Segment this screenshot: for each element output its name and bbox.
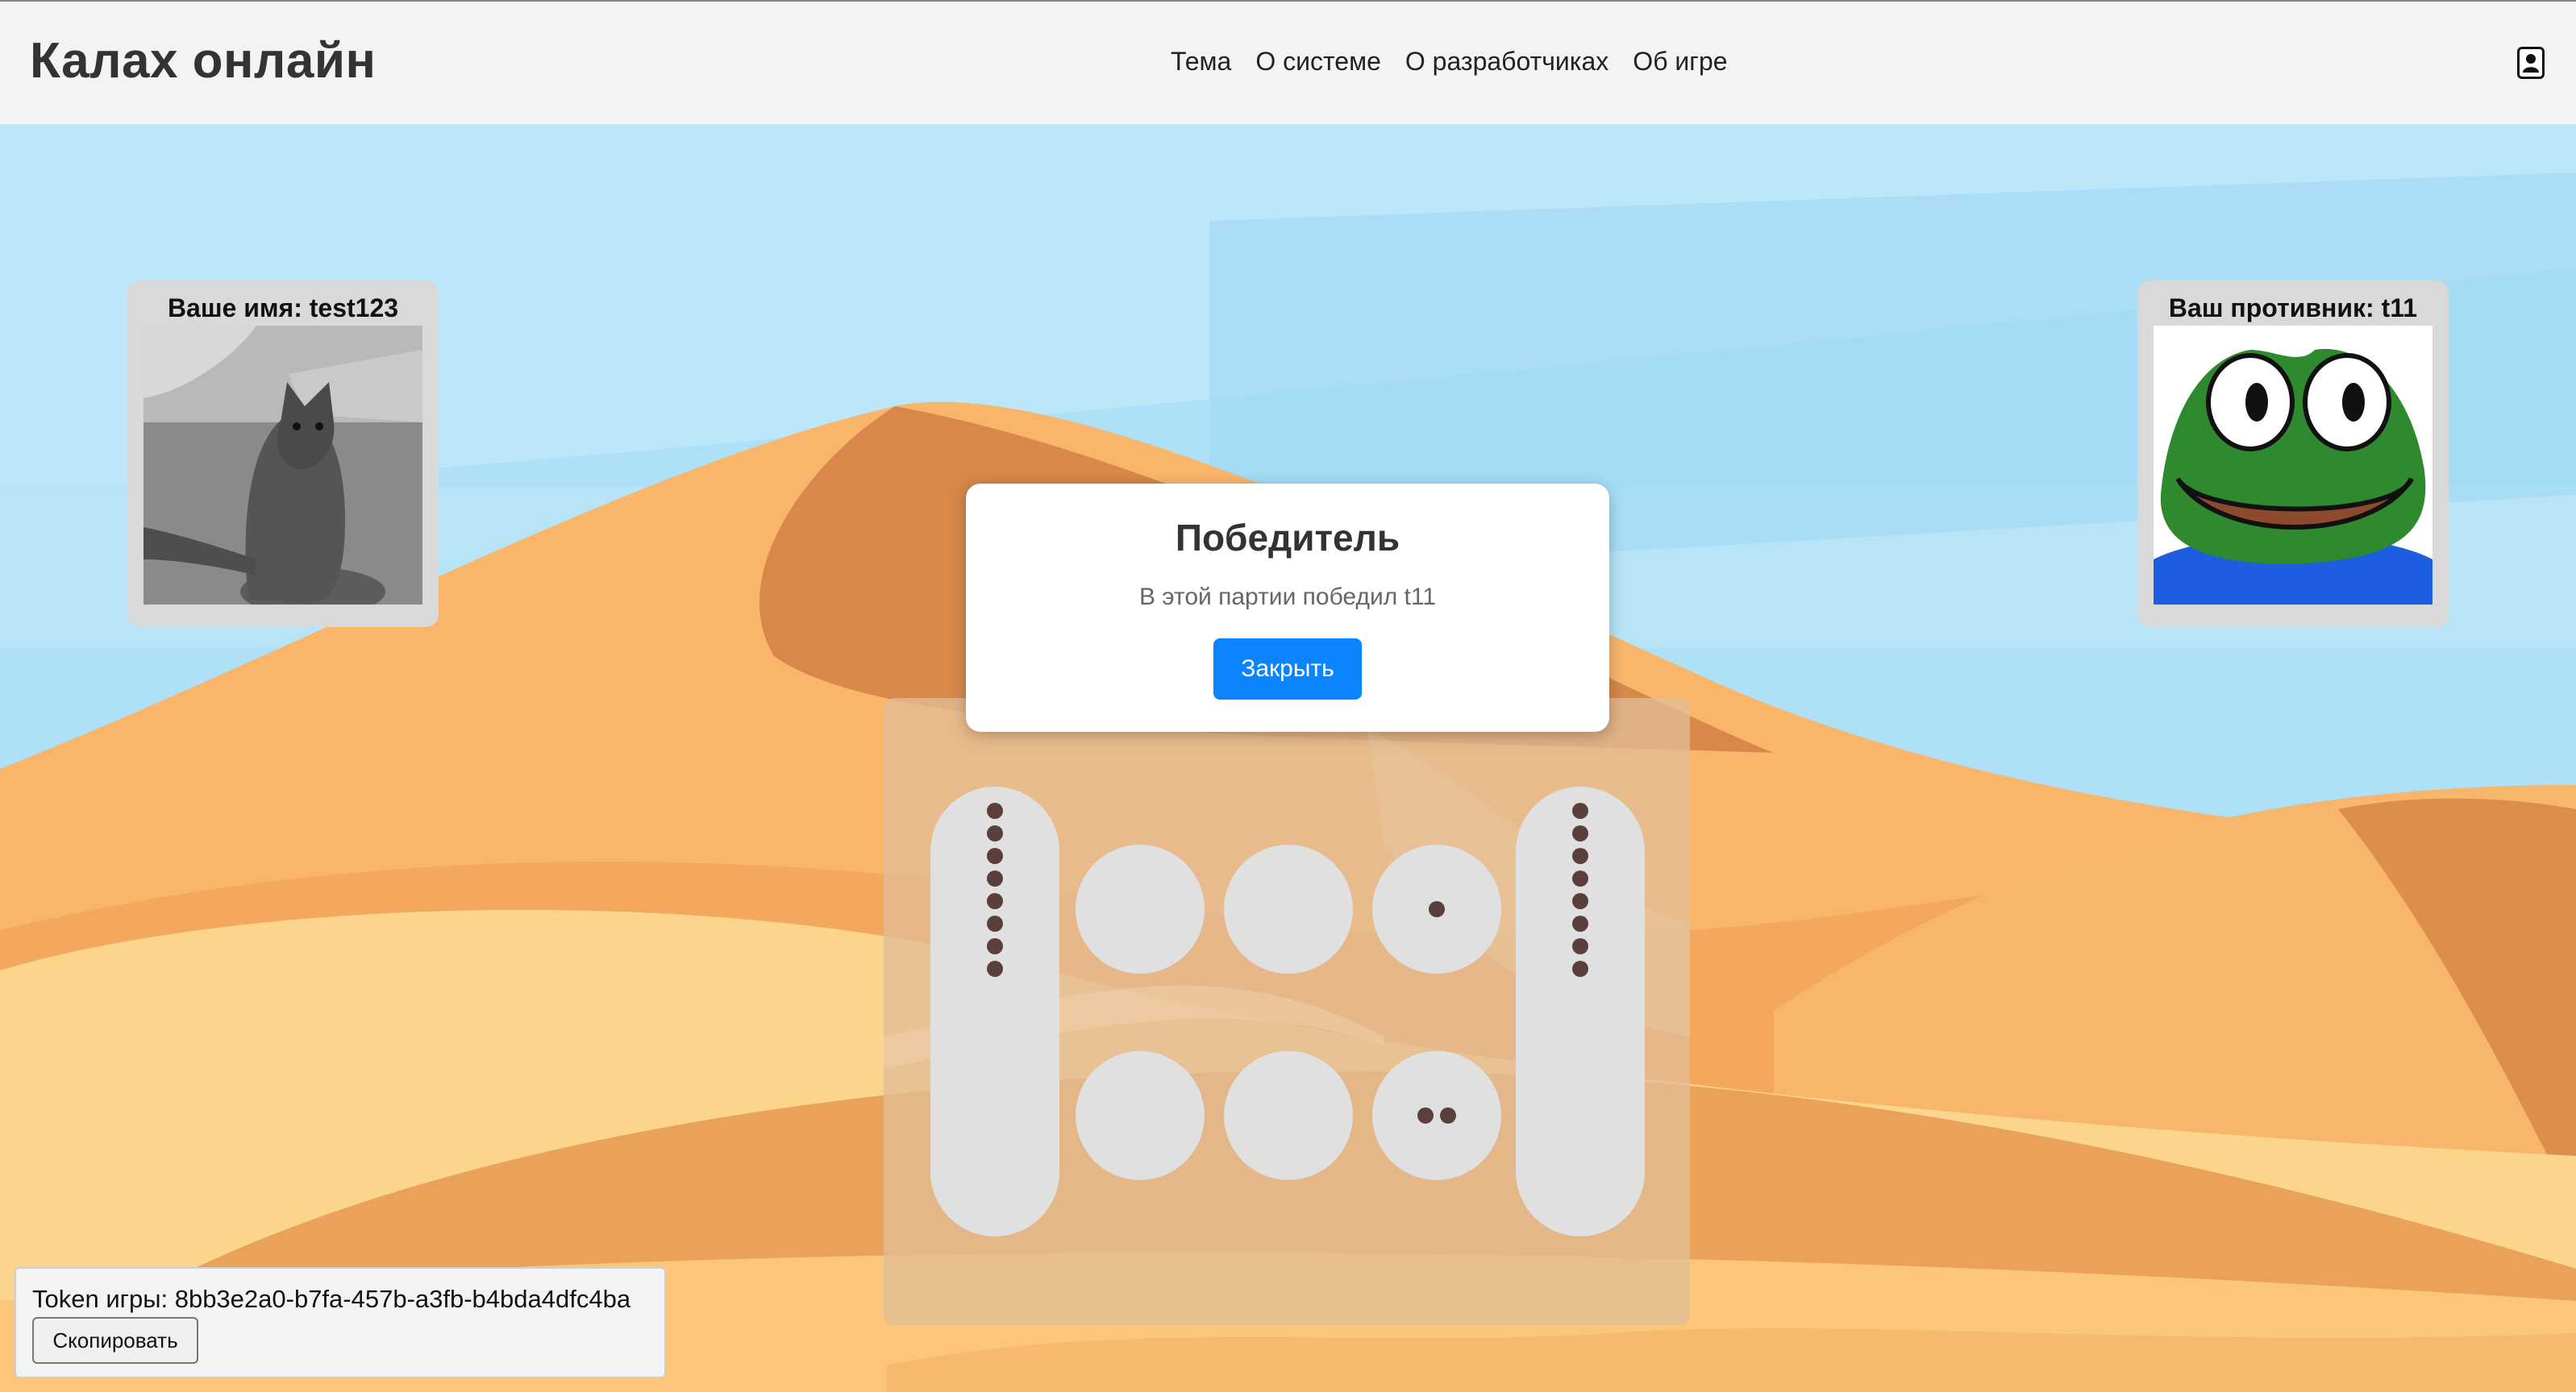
stone (987, 848, 1003, 864)
copy-token-button[interactable]: Скопировать (32, 1317, 198, 1364)
pit-bottom-2[interactable] (1224, 1051, 1353, 1180)
nav-theme-link[interactable]: Тема (1171, 47, 1231, 77)
frog-meme-icon (2154, 326, 2432, 605)
stone (987, 803, 1003, 819)
stone (987, 825, 1003, 841)
stone (1572, 848, 1588, 864)
stone (1572, 871, 1588, 887)
game-token-text: Token игры: 8bb3e2a0-b7fa-457b-a3fb-b4bd… (32, 1285, 631, 1313)
my-player-card: Ваше имя: test123 (127, 280, 439, 627)
my-avatar (144, 326, 422, 605)
user-circle-icon (2523, 54, 2539, 73)
close-button[interactable]: Закрыть (1213, 638, 1362, 700)
stone (987, 893, 1003, 909)
stone (987, 938, 1003, 954)
stone (987, 916, 1003, 932)
pit-bottom-1[interactable] (1076, 1051, 1205, 1180)
stone (1572, 803, 1588, 819)
right-kalah[interactable] (1516, 787, 1645, 1236)
modal-title: Победитель (1175, 517, 1400, 559)
stone (1572, 893, 1588, 909)
stone (1572, 961, 1588, 977)
stone (1572, 916, 1588, 932)
left-kalah[interactable] (930, 787, 1059, 1236)
modal-message: В этой партии победил t11 (1138, 584, 1437, 610)
game-board (884, 698, 1690, 1325)
stone (1572, 938, 1588, 954)
opponent-avatar (2154, 326, 2432, 605)
site-logo[interactable]: Калах онлайн (30, 32, 376, 89)
cat-photo-icon (144, 326, 422, 605)
main-nav: Тема О системе О разработчиках Об игре (1171, 47, 1728, 77)
pit-bottom-3[interactable] (1372, 1051, 1501, 1180)
pit-top-1[interactable] (1076, 845, 1205, 974)
stone (1572, 825, 1588, 841)
pit-top-2[interactable] (1224, 845, 1353, 974)
stone (1440, 1107, 1456, 1124)
opponent-player-card: Ваш противник: t11 (2137, 280, 2449, 627)
top-navbar: Калах онлайн Тема О системе О разработчи… (0, 0, 2576, 124)
opponent-player-name: Ваш противник: t11 (2168, 293, 2418, 322)
stone (1417, 1107, 1434, 1124)
nav-developers-link[interactable]: О разработчиках (1405, 47, 1608, 77)
nav-about-game-link[interactable]: Об игре (1633, 47, 1727, 77)
pit-top-3[interactable] (1372, 845, 1501, 974)
my-player-name: Ваше имя: test123 (167, 293, 399, 322)
user-profile-button[interactable] (2517, 47, 2545, 79)
stone (987, 871, 1003, 887)
stone (1429, 901, 1445, 917)
stone (987, 961, 1003, 977)
nav-about-system-link[interactable]: О системе (1255, 47, 1381, 77)
game-token-panel: Token игры: 8bb3e2a0-b7fa-457b-a3fb-b4bd… (15, 1267, 666, 1378)
winner-modal: Победитель В этой партии победил t11 Зак… (966, 484, 1609, 732)
